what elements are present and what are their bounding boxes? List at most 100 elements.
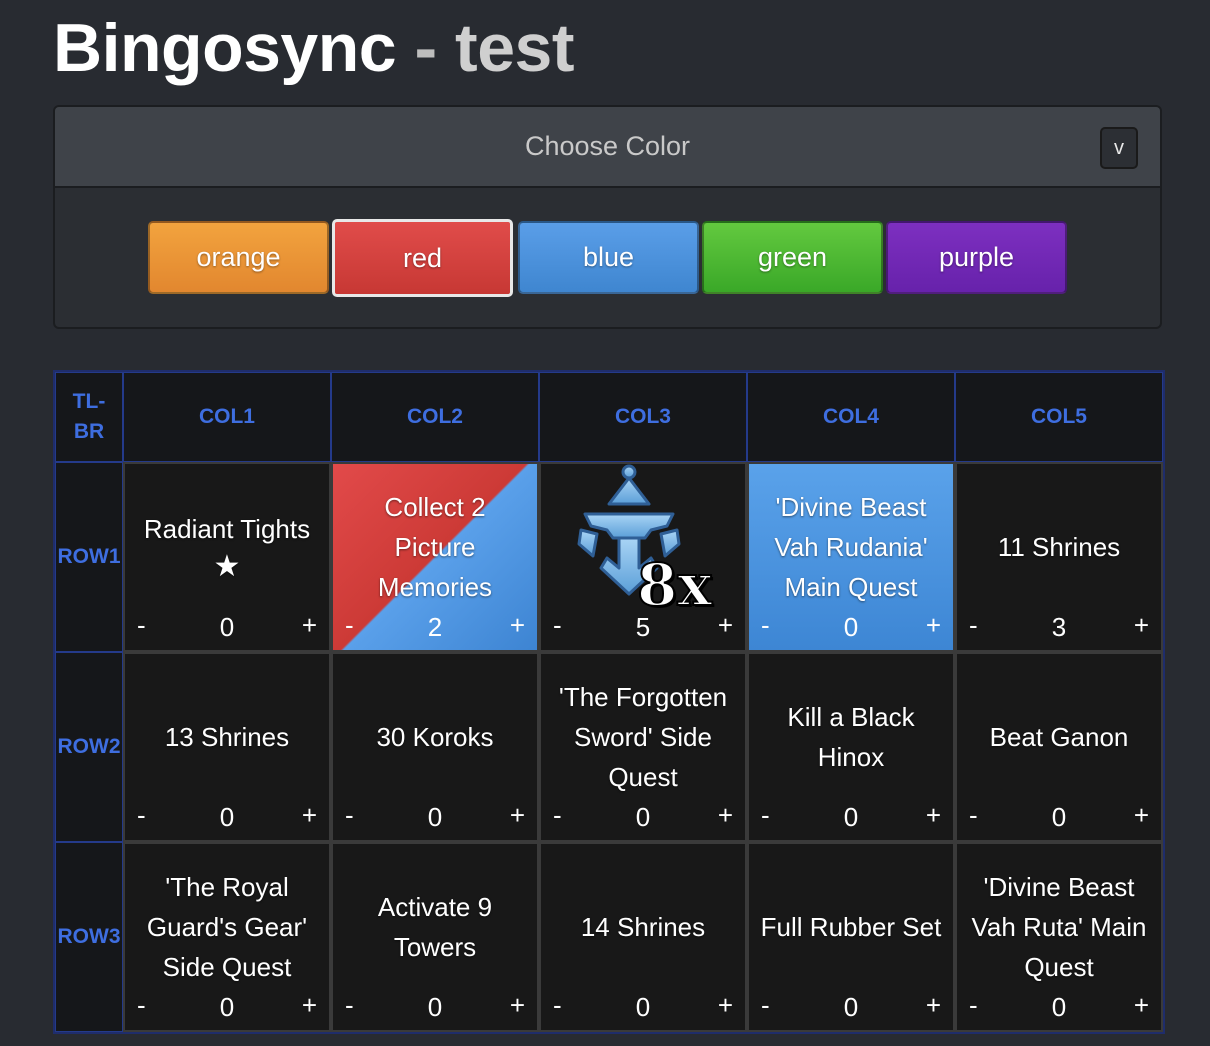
- counter-value: 0: [843, 802, 859, 832]
- goal-line: Quest: [1024, 952, 1094, 982]
- cell-counter: 0 - +: [957, 800, 1161, 836]
- column-header-col1[interactable]: COL1: [123, 372, 331, 462]
- decrement-button[interactable]: -: [761, 800, 770, 831]
- decrement-button[interactable]: -: [969, 610, 978, 641]
- column-header-row: TL- BR COL1 COL2 COL3 COL4 COL5: [55, 372, 1163, 462]
- goal-line: 'Divine Beast: [775, 492, 927, 522]
- bingo-cell[interactable]: 'Divine Beast Vah Ruta' Main Quest 0 - +: [955, 842, 1163, 1032]
- row-header-2[interactable]: ROW2: [55, 652, 123, 842]
- decrement-button[interactable]: -: [137, 800, 146, 831]
- decrement-button[interactable]: -: [553, 800, 562, 831]
- bingo-cell[interactable]: Activate 9 Towers 0 - +: [331, 842, 539, 1032]
- goal-line: Collect 2: [384, 492, 486, 522]
- decrement-button[interactable]: -: [345, 610, 354, 641]
- goal-line: 'The Forgotten: [558, 682, 728, 712]
- app-name: Bingosync: [53, 10, 397, 86]
- increment-button[interactable]: +: [302, 990, 317, 1021]
- counter-value: 0: [219, 992, 235, 1022]
- goal-line: Quest: [608, 762, 678, 792]
- goal-line: 'Divine Beast: [983, 872, 1135, 902]
- decrement-button[interactable]: -: [553, 610, 562, 641]
- board-row: ROW1 Radiant Tights ★ 0- + Collect 2 Picture Me…: [55, 462, 1163, 652]
- bingo-cell[interactable]: 14 Shrines 0 - +: [539, 842, 747, 1032]
- increment-button[interactable]: +: [302, 610, 317, 641]
- decrement-button[interactable]: -: [345, 800, 354, 831]
- column-header-col4[interactable]: COL4: [747, 372, 955, 462]
- counter-value: 5: [635, 612, 651, 642]
- increment-button[interactable]: +: [718, 610, 733, 641]
- increment-button[interactable]: +: [510, 990, 525, 1021]
- increment-button[interactable]: +: [718, 990, 733, 1021]
- bingo-cell[interactable]: 'The Forgotten Sword' Side Quest 0 - +: [539, 652, 747, 842]
- cell-counter: 3 - +: [957, 610, 1161, 646]
- goal-line: Vah Ruta' Main: [971, 912, 1147, 942]
- decrement-button[interactable]: -: [969, 990, 978, 1021]
- cell-counter: 0 - +: [333, 800, 537, 836]
- bingo-cell[interactable]: Radiant Tights ★ 0 - +: [123, 462, 331, 652]
- color-button-orange[interactable]: orange: [148, 221, 329, 294]
- panel-title: Choose Color: [524, 131, 691, 161]
- decrement-button[interactable]: -: [969, 800, 978, 831]
- color-button-red[interactable]: red: [332, 219, 513, 297]
- cell-counter: 5 - +: [541, 610, 745, 646]
- decrement-button[interactable]: -: [553, 990, 562, 1021]
- increment-button[interactable]: +: [1134, 610, 1149, 641]
- color-button-green[interactable]: green: [702, 221, 883, 294]
- goal-line: Hinox: [817, 742, 885, 772]
- cell-counter: 2 - +: [333, 610, 537, 646]
- bingo-cell[interactable]: Full Rubber Set 0 - +: [747, 842, 955, 1032]
- cell-goal-text: Full Rubber Set: [749, 862, 953, 992]
- column-header-col5[interactable]: COL5: [955, 372, 1163, 462]
- bingo-cell[interactable]: 13 Shrines 0 - +: [123, 652, 331, 842]
- increment-button[interactable]: +: [926, 990, 941, 1021]
- decrement-button[interactable]: -: [137, 990, 146, 1021]
- bingo-cell[interactable]: 8x 5 - +: [539, 462, 747, 652]
- increment-button[interactable]: +: [718, 800, 733, 831]
- color-button-blue[interactable]: blue: [518, 221, 699, 294]
- color-button-purple[interactable]: purple: [886, 221, 1067, 294]
- goal-line: Activate 9: [377, 892, 493, 922]
- color-chooser-panel: Choose Color v orange red blue green pur…: [53, 105, 1162, 329]
- bingo-cell[interactable]: 'Divine Beast Vah Rudania' Main Quest 0 - +: [747, 462, 955, 652]
- decrement-button[interactable]: -: [761, 990, 770, 1021]
- decrement-button[interactable]: -: [761, 610, 770, 641]
- counter-value: 0: [427, 802, 443, 832]
- goal-line: Memories: [377, 572, 493, 602]
- bingo-cell[interactable]: Beat Ganon 0 - +: [955, 652, 1163, 842]
- column-header-col3[interactable]: COL3: [539, 372, 747, 462]
- increment-button[interactable]: +: [510, 800, 525, 831]
- cell-counter: 0 - +: [749, 800, 953, 836]
- cell-counter: 0 - +: [957, 990, 1161, 1026]
- goal-line: Sword' Side: [574, 722, 712, 752]
- cell-counter: 0 - +: [333, 990, 537, 1026]
- goal-line: Guard's Gear': [146, 912, 308, 942]
- increment-button[interactable]: +: [1134, 800, 1149, 831]
- goal-line: 11 Shrines: [997, 532, 1121, 562]
- row-header-1[interactable]: ROW1: [55, 462, 123, 652]
- bingo-cell[interactable]: Kill a Black Hinox 0 - +: [747, 652, 955, 842]
- decrement-button[interactable]: -: [345, 990, 354, 1021]
- page-title: Bingosync - test: [53, 8, 574, 88]
- collapse-toggle-button[interactable]: v: [1100, 127, 1138, 169]
- cell-counter: 0 - +: [541, 990, 745, 1026]
- decrement-button[interactable]: -: [137, 610, 146, 641]
- cell-goal-text: Kill a Black Hinox: [749, 672, 953, 802]
- column-header-col2[interactable]: COL2: [331, 372, 539, 462]
- increment-button[interactable]: +: [1134, 990, 1149, 1021]
- increment-button[interactable]: +: [926, 610, 941, 641]
- cell-counter: 0 - +: [749, 990, 953, 1026]
- cell-goal-text: Activate 9 Towers: [333, 862, 537, 992]
- room-name: test: [455, 10, 574, 86]
- star-icon: ★: [213, 550, 241, 583]
- diagonal-header-tl-br[interactable]: TL- BR: [55, 372, 123, 462]
- goal-line: 13 Shrines: [164, 722, 290, 752]
- row-header-3[interactable]: ROW3: [55, 842, 123, 1032]
- cell-goal-text: Radiant Tights ★: [125, 482, 329, 612]
- bingo-cell[interactable]: 'The Royal Guard's Gear' Side Quest 0 - +: [123, 842, 331, 1032]
- bingo-cell[interactable]: Collect 2 Picture Memories 2 - +: [331, 462, 539, 652]
- bingo-cell[interactable]: 11 Shrines 3 - +: [955, 462, 1163, 652]
- increment-button[interactable]: +: [510, 610, 525, 641]
- increment-button[interactable]: +: [926, 800, 941, 831]
- increment-button[interactable]: +: [302, 800, 317, 831]
- bingo-cell[interactable]: 30 Koroks 0 - +: [331, 652, 539, 842]
